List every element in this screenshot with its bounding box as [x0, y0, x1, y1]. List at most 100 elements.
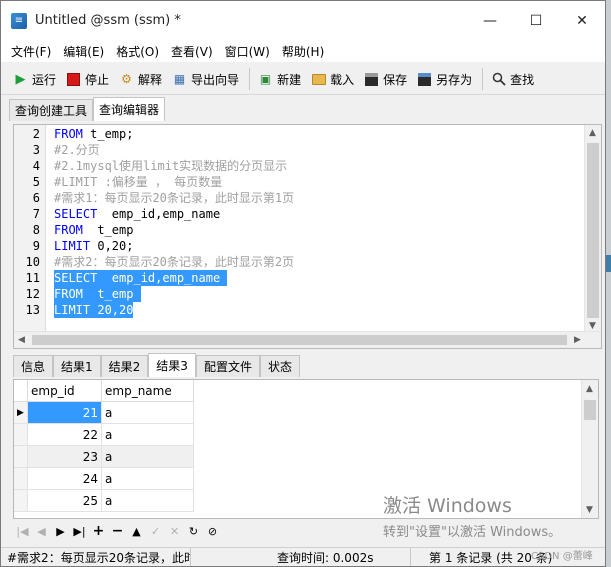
delete-record-icon[interactable]: −: [108, 521, 127, 541]
code-line: 9 LIMIT 0,20;: [14, 238, 601, 254]
current-row-indicator-icon[interactable]: ▶: [14, 402, 28, 424]
row-indicator[interactable]: [14, 468, 28, 490]
row-indicator[interactable]: [14, 490, 28, 512]
stop-button[interactable]: 停止: [62, 66, 115, 92]
first-record-icon[interactable]: |◀: [13, 521, 32, 541]
code-text-selected[interactable]: FROM t_emp: [54, 286, 141, 302]
load-button[interactable]: 载入: [307, 66, 360, 92]
editor-horizontal-scrollbar[interactable]: ◀ ▶: [14, 331, 601, 348]
table-row[interactable]: ▶ 21 a: [14, 402, 194, 424]
cell-emp-id[interactable]: 21: [28, 402, 102, 424]
table-row[interactable]: 24 a: [14, 468, 194, 490]
app-icon: ≡: [11, 12, 27, 29]
prev-record-icon[interactable]: ◀: [32, 521, 51, 541]
code-text[interactable]: #需求2：每页显示20条记录，此时显示第2页: [54, 254, 294, 270]
save-button[interactable]: 保存: [360, 66, 413, 92]
code-text[interactable]: #2.1mysql使用limit实现数据的分页显示: [54, 158, 287, 174]
grid-scroll-down-icon[interactable]: ▼: [586, 505, 593, 515]
tab-info[interactable]: 信息: [13, 355, 54, 377]
sql-comment: #2.分页: [54, 143, 100, 157]
stop-label: 停止: [85, 72, 110, 87]
menu-help[interactable]: 帮助(H): [276, 43, 330, 60]
sql-editor[interactable]: 2 FROM t_emp; 3 #2.分页 4 #2.1mysql使用limit实现数据的…: [13, 124, 602, 349]
close-button[interactable]: ✕: [559, 1, 605, 40]
table-row[interactable]: 25 a: [14, 490, 194, 512]
sql-text: t_emp;: [82, 127, 134, 141]
explain-button[interactable]: ⚙ 解释: [115, 66, 168, 92]
find-button[interactable]: 查找: [487, 66, 540, 92]
editor-vertical-scrollbar[interactable]: ▲ ▼: [584, 125, 601, 333]
new-button[interactable]: ▣ 新建: [254, 66, 307, 92]
code-text-selected[interactable]: LIMIT 20,20: [54, 302, 134, 318]
status-query-text: #需求2：每页显示20条记录，此时: [1, 547, 191, 566]
tab-status[interactable]: 状态: [259, 355, 300, 377]
cell-emp-id[interactable]: 22: [28, 424, 102, 446]
menu-format[interactable]: 格式(O): [110, 43, 165, 60]
menu-file[interactable]: 文件(F): [5, 43, 57, 60]
code-line: 5 #LIMIT :偏移量 ， 每页数量: [14, 174, 601, 190]
cell-emp-name[interactable]: a: [102, 468, 194, 490]
next-record-icon[interactable]: ▶: [51, 521, 70, 541]
minimize-button[interactable]: —: [467, 1, 513, 40]
menu-view[interactable]: 查看(V): [165, 43, 219, 60]
cell-emp-id[interactable]: 23: [28, 446, 102, 468]
record-navigation-bar: |◀ ◀ ▶ ▶| + − ▲ ✓ ✕ ↻ ⊘: [13, 520, 222, 542]
add-record-icon[interactable]: +: [89, 521, 108, 541]
code-text[interactable]: #2.分页: [54, 142, 100, 158]
cell-emp-name[interactable]: a: [102, 490, 194, 512]
row-indicator[interactable]: [14, 446, 28, 468]
tab-result-1[interactable]: 结果1: [53, 355, 101, 377]
scroll-left-icon[interactable]: ◀: [18, 335, 25, 345]
scroll-down-icon[interactable]: ▼: [589, 321, 596, 331]
tab-query-editor[interactable]: 查询编辑器: [93, 97, 166, 121]
menu-window[interactable]: 窗口(W): [219, 43, 276, 60]
grid-header: emp_id emp_name: [14, 380, 194, 402]
line-number: 6: [32, 191, 40, 205]
refresh-icon[interactable]: ↻: [184, 521, 203, 541]
sql-comment: #2.1mysql使用limit实现数据的分页显示: [54, 159, 288, 173]
column-header-emp-name[interactable]: emp_name: [102, 380, 194, 402]
run-button[interactable]: ▶ 运行: [9, 66, 62, 92]
scroll-right-icon[interactable]: ▶: [574, 335, 581, 345]
code-text[interactable]: SELECT emp_id,emp_name: [54, 206, 220, 222]
grid-scroll-up-icon[interactable]: ▲: [586, 384, 593, 394]
sql-text: t_emp: [82, 223, 134, 237]
windows-activation-watermark: 激活 Windows 转到"设置"以激活 Windows。: [383, 491, 561, 540]
column-header-emp-id[interactable]: emp_id: [28, 380, 102, 402]
table-row[interactable]: 23 a: [14, 446, 194, 468]
maximize-button[interactable]: ☐: [513, 1, 559, 40]
apply-changes-icon[interactable]: ✓: [146, 521, 165, 541]
tab-profile[interactable]: 配置文件: [195, 355, 260, 377]
code-text-selected[interactable]: SELECT emp_id,emp_name: [54, 270, 228, 286]
edit-record-icon[interactable]: ▲: [127, 521, 146, 541]
save-as-button[interactable]: 另存为: [413, 66, 478, 92]
row-indicator[interactable]: [14, 424, 28, 446]
table-row[interactable]: 22 a: [14, 424, 194, 446]
grid-vertical-scrollbar[interactable]: ▲ ▼: [581, 380, 598, 518]
row-indicator-header: [14, 380, 28, 402]
scroll-up-icon[interactable]: ▲: [589, 128, 596, 138]
cell-emp-id[interactable]: 24: [28, 468, 102, 490]
code-text[interactable]: #需求1：每页显示20条记录，此时显示第1页: [54, 190, 294, 206]
code-text[interactable]: FROM t_emp: [54, 222, 133, 238]
last-record-icon[interactable]: ▶|: [70, 521, 89, 541]
export-wizard-button[interactable]: ▦ 导出向导: [168, 66, 245, 92]
cell-emp-name[interactable]: a: [102, 424, 194, 446]
menu-edit[interactable]: 编辑(E): [57, 43, 110, 60]
tab-result-3[interactable]: 结果3: [148, 353, 196, 377]
editor-scroll-thumb[interactable]: [587, 143, 599, 318]
cell-emp-id[interactable]: 25: [28, 490, 102, 512]
stop-refresh-icon[interactable]: ⊘: [203, 521, 222, 541]
cell-emp-name[interactable]: a: [102, 402, 194, 424]
editor-hscroll-thumb[interactable]: [32, 335, 567, 345]
discard-changes-icon[interactable]: ✕: [165, 521, 184, 541]
code-text[interactable]: #LIMIT :偏移量 ， 每页数量: [54, 174, 222, 190]
line-number: 2: [32, 127, 40, 141]
line-number: 9: [32, 239, 40, 253]
cell-emp-name[interactable]: a: [102, 446, 194, 468]
code-text[interactable]: FROM t_emp;: [54, 126, 133, 142]
code-text[interactable]: LIMIT 0,20;: [54, 238, 133, 254]
tab-query-builder[interactable]: 查询创建工具: [9, 99, 94, 121]
grid-scroll-thumb[interactable]: [584, 400, 596, 420]
tab-result-2[interactable]: 结果2: [100, 355, 149, 377]
